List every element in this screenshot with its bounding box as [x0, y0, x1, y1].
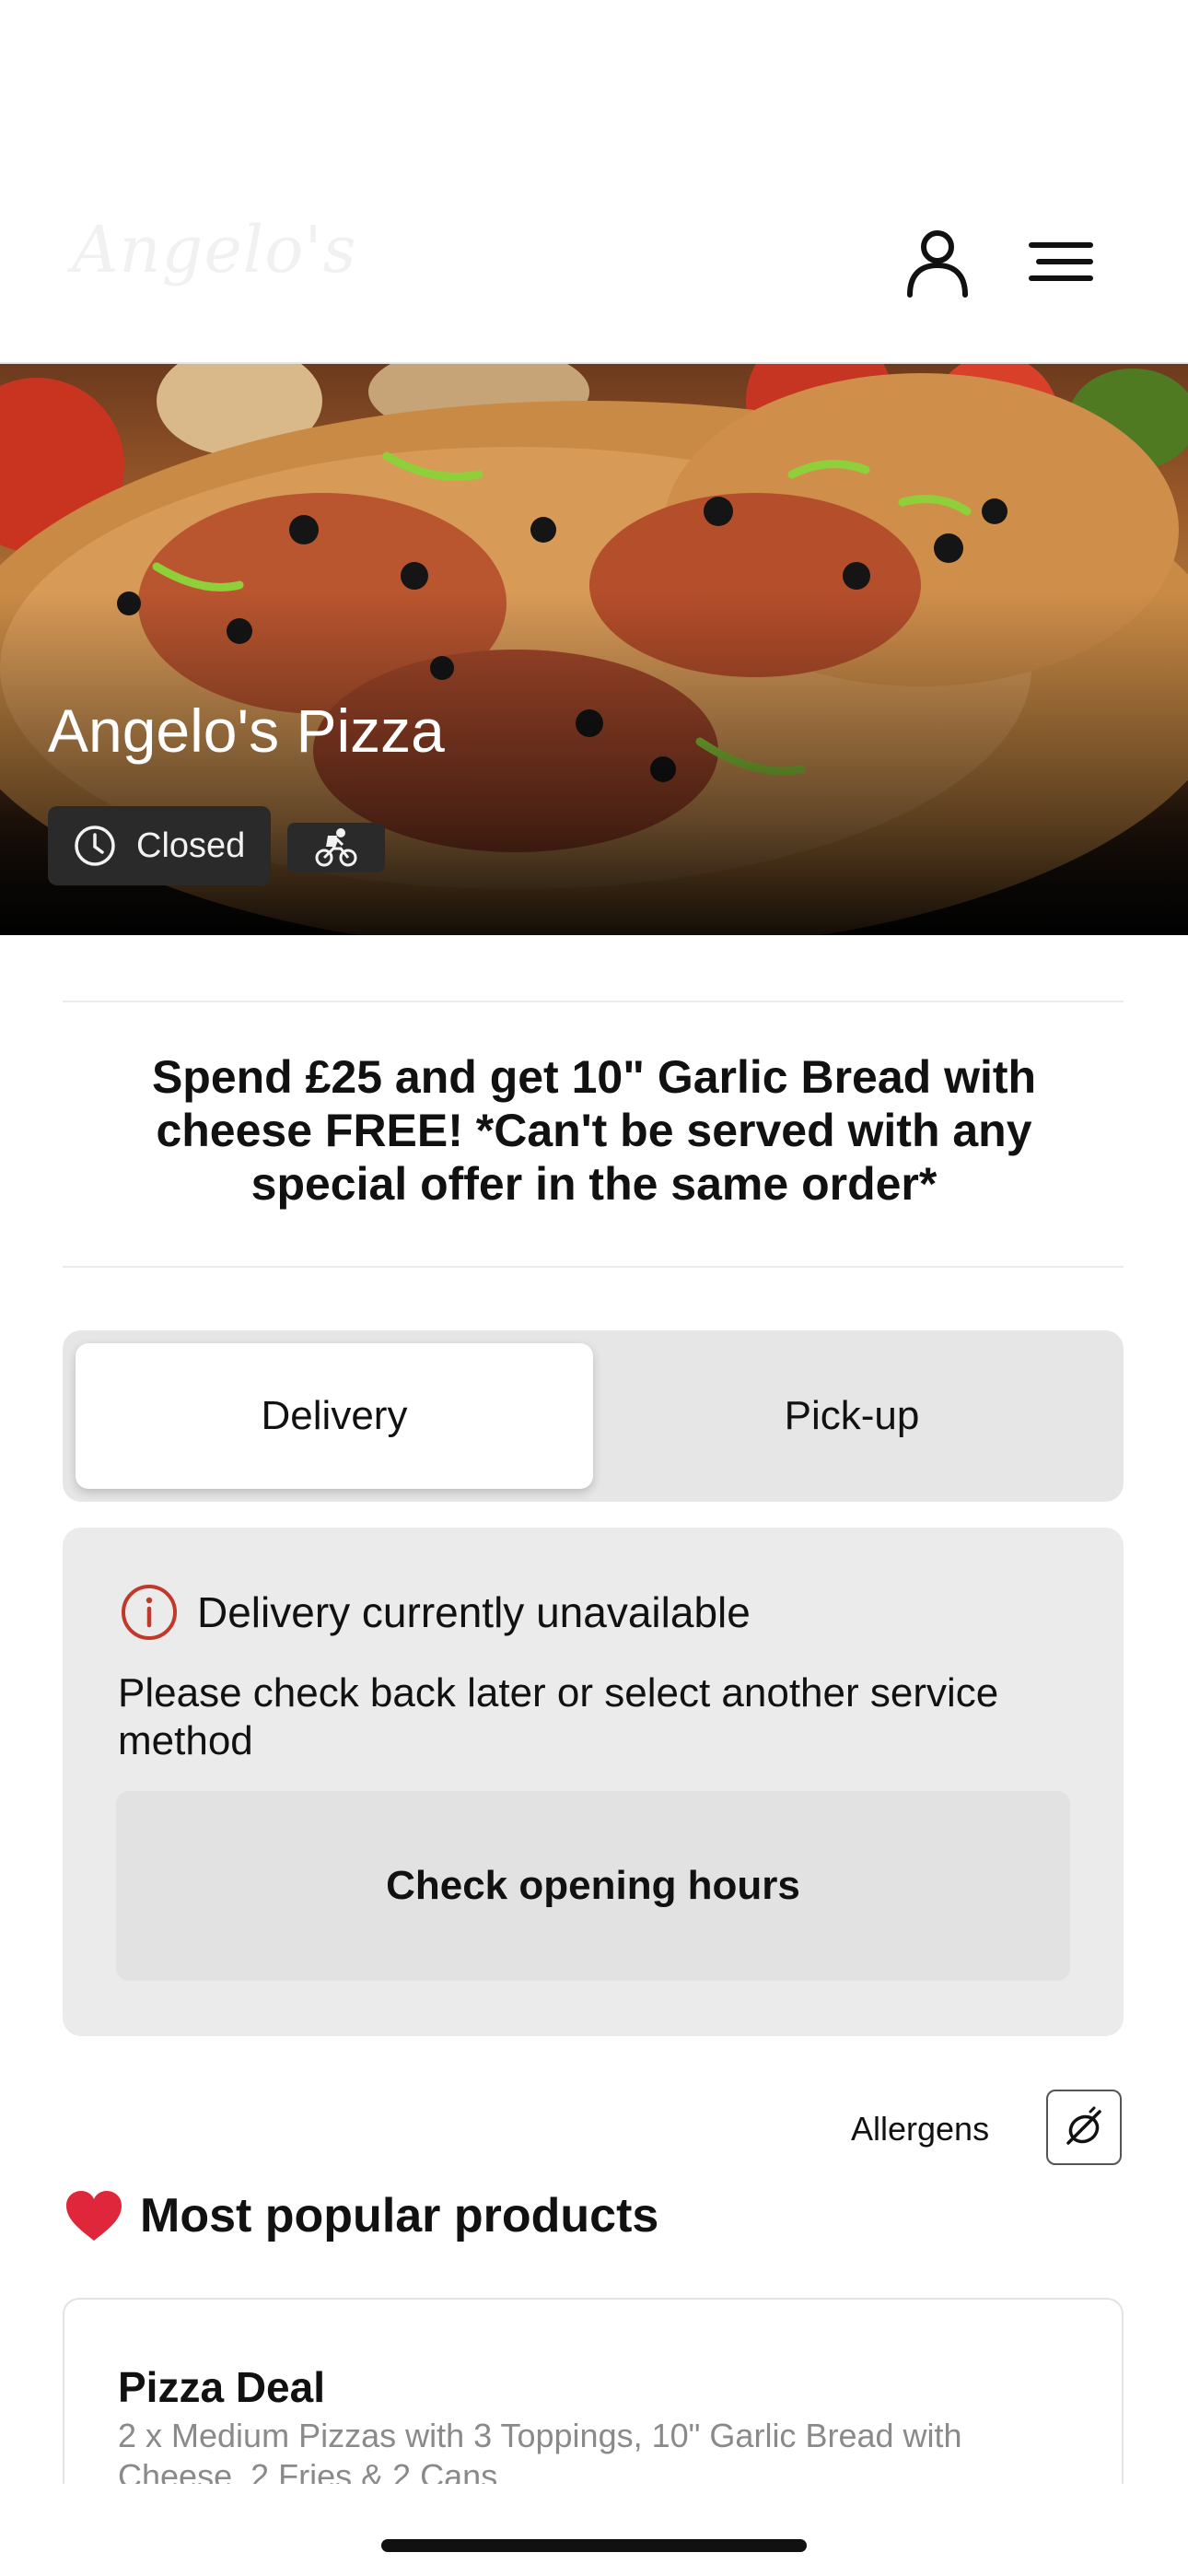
status-badge: Closed — [48, 806, 271, 885]
bicycle-courier-icon — [315, 828, 357, 867]
popular-products-header: Most popular products — [64, 2188, 658, 2243]
brand-logo[interactable]: Angelo's — [72, 212, 357, 287]
status-label: Closed — [136, 825, 246, 865]
divider — [63, 1001, 1124, 1002]
service-method-toggle: Delivery Pick-up — [63, 1330, 1124, 1502]
delivery-unavailable-notice: Delivery currently unavailable Please ch… — [63, 1528, 1124, 2036]
user-icon[interactable] — [901, 225, 974, 299]
tab-delivery[interactable]: Delivery — [76, 1343, 593, 1489]
bottom-safe-area — [0, 2484, 1188, 2576]
restaurant-name: Angelo's Pizza — [48, 697, 445, 765]
notice-title: Delivery currently unavailable — [197, 1588, 751, 1636]
divider — [63, 1266, 1124, 1268]
info-circle-icon — [122, 1585, 177, 1640]
app-header: Angelo's — [0, 0, 1188, 364]
notice-body: Please check back later or select anothe… — [118, 1670, 999, 1763]
tab-pickup[interactable]: Pick-up — [593, 1343, 1111, 1489]
popular-products-title: Most popular products — [140, 2189, 659, 2242]
product-name: Pizza Deal — [118, 2363, 325, 2411]
hamburger-menu-icon[interactable] — [1026, 225, 1100, 299]
home-indicator[interactable] — [381, 2539, 807, 2552]
promo-text: Spend £25 and get 10" Garlic Bread with … — [151, 1051, 1037, 1210]
delivery-badge — [287, 823, 385, 872]
hero-banner: Angelo's Pizza Closed — [0, 364, 1188, 935]
allergen-filter-icon[interactable] — [1046, 2090, 1122, 2165]
allergens-label[interactable]: Allergens — [851, 2110, 989, 2149]
notice-header: Delivery currently unavailable — [120, 1583, 751, 1642]
check-opening-hours-button[interactable]: Check opening hours — [116, 1791, 1070, 1981]
heart-icon — [66, 2191, 122, 2241]
clock-icon — [75, 825, 115, 866]
